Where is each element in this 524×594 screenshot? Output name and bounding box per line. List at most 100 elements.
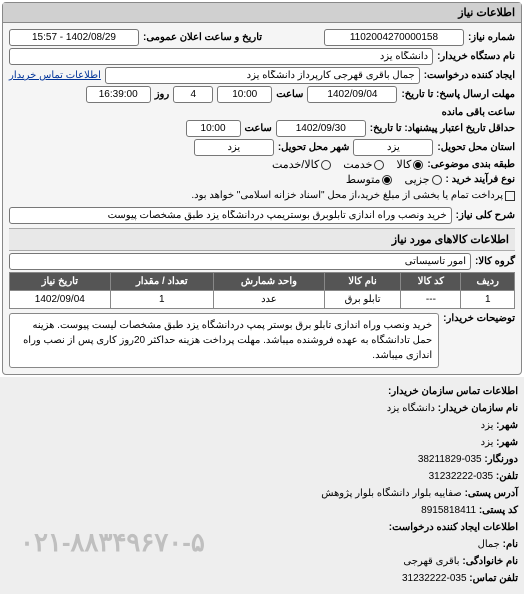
creator-input[interactable] (105, 67, 420, 84)
th-index: ردیف (461, 273, 515, 291)
remaining-days-input[interactable] (173, 86, 213, 103)
org-label: نام سازمان خریدار: (438, 403, 518, 414)
first-label: نام: (503, 539, 518, 550)
contact-phone-value: 035-31232222 (402, 573, 467, 584)
fax-label: دورنگار: (484, 454, 518, 465)
cell-qty: 1 (110, 291, 213, 309)
postcode-value: 8915818411 (421, 505, 476, 516)
time-label-2: ساعت (245, 123, 272, 134)
th-unit: واحد شمارش (214, 273, 325, 291)
row-overview: شرح کلی نیاز: (9, 207, 515, 224)
table-row: 1 --- تابلو برق عدد 1 1402/09/04 (10, 291, 515, 309)
radio-mid[interactable]: متوسط (346, 173, 393, 186)
province-label: استان محل تحویل: (437, 142, 515, 153)
goods-section-title: اطلاعات کالاهای مورد نیاز (9, 228, 515, 251)
th-date: تاریخ نیاز (10, 273, 111, 291)
row-request-no: شماره نیاز: تاریخ و ساعت اعلان عمومی: (9, 29, 515, 46)
contact-block: اطلاعات تماس سازمان خریدار: نام سازمان خ… (0, 377, 524, 594)
cell-name: تابلو برق (324, 291, 401, 309)
contact-title: اطلاعات تماس سازمان خریدار: (388, 386, 518, 397)
radio-icon (382, 175, 392, 185)
buyer-contact-link[interactable]: اطلاعات تماس خریدار (9, 70, 101, 81)
announce-input[interactable] (9, 29, 139, 46)
validity-time-input[interactable] (186, 120, 241, 137)
c-province-label: شهر: (496, 420, 518, 431)
row-goods-group: گروه کالا: (9, 253, 515, 270)
row-creator: ایجاد کننده درخواست: اطلاعات تماس خریدار (9, 67, 515, 84)
buyer-name-input[interactable] (9, 48, 433, 65)
phone-value: 035-31232222 (429, 471, 494, 482)
radio-goods[interactable]: کالا (396, 158, 423, 171)
radio-small[interactable]: جزیی (404, 173, 441, 186)
goods-group-label: گروه کالا: (475, 256, 515, 267)
radio-service-label: خدمت (343, 158, 372, 171)
row-category: طبقه بندی موضوعی: کالا خدمت کالا/خدمت (9, 158, 515, 171)
contact-phone-label: تلفن تماس: (469, 573, 518, 584)
panel-body: شماره نیاز: تاریخ و ساعت اعلان عمومی: نا… (3, 23, 521, 374)
radio-icon (432, 175, 442, 185)
checkbox-payment[interactable]: پرداخت تمام یا بخشی از مبلغ خرید،از محل … (191, 190, 515, 201)
day-label: روز (155, 89, 170, 100)
payment-note: پرداخت تمام یا بخشی از مبلغ خرید،از محل … (191, 190, 503, 201)
row-buyer-name: نام دستگاه خریدار: (9, 48, 515, 65)
overview-input[interactable] (9, 207, 452, 224)
cell-unit: عدد (214, 291, 325, 309)
last-value: باقری قهرجی (403, 556, 459, 567)
row-buyer-note: توضیحات خریدار: خرید ونصب وراه اندازی تا… (9, 313, 515, 368)
radio-icon (374, 160, 384, 170)
city-input[interactable] (194, 139, 274, 156)
table-header-row: ردیف کد کالا نام کالا واحد شمارش تعداد /… (10, 273, 515, 291)
th-name: نام کالا (324, 273, 401, 291)
time-label-1: ساعت (276, 89, 303, 100)
th-code: کد کالا (401, 273, 461, 291)
remaining-time-input[interactable] (86, 86, 151, 103)
city-label: شهر محل تحویل: (278, 142, 350, 153)
last-label: نام خانوادگی: (462, 556, 518, 567)
row-location: استان محل تحویل: شهر محل تحویل: (9, 139, 515, 156)
address-value: صفاییه بلوار دانشگاه بلوار پژوهش (321, 488, 462, 499)
validity-label: حداقل تاریخ اعتبار پیشنهاد: تا تاریخ: (370, 123, 515, 134)
deadline-time-input[interactable] (217, 86, 272, 103)
first-value: جمال (478, 539, 500, 550)
radio-icon (321, 160, 331, 170)
request-no-label: شماره نیاز: (468, 32, 515, 43)
org-value: دانشگاه یزد (387, 403, 435, 414)
deadline-label: مهلت ارسال پاسخ: تا تاریخ: (401, 89, 515, 100)
buyer-name-label: نام دستگاه خریدار: (437, 51, 515, 62)
radio-both[interactable]: کالا/خدمت (272, 158, 331, 171)
checkbox-icon (505, 191, 515, 201)
radio-goods-label: کالا (396, 158, 411, 171)
request-no-input[interactable] (324, 29, 464, 46)
row-process: نوع فرآیند خرید : جزیی متوسط پرداخت تمام… (9, 173, 515, 201)
radio-service[interactable]: خدمت (343, 158, 384, 171)
province-input[interactable] (353, 139, 433, 156)
buyer-note-label: توضیحات خریدار: (443, 313, 515, 324)
buyer-note-box: خرید ونصب وراه اندازی تابلو برق بوستر پم… (9, 313, 439, 368)
c-province-value: یزد (481, 420, 494, 431)
remaining-label: ساعت باقی مانده (442, 107, 515, 118)
validity-date-input[interactable] (276, 120, 366, 137)
goods-label: طبقه بندی موضوعی: (427, 159, 515, 170)
cell-date: 1402/09/04 (10, 291, 111, 309)
row-validity: حداقل تاریخ اعتبار پیشنهاد: تا تاریخ: سا… (9, 120, 515, 137)
radio-icon (413, 160, 423, 170)
cell-index: 1 (461, 291, 515, 309)
c-city-label: شهر: (496, 437, 518, 448)
th-qty: تعداد / مقدار (110, 273, 213, 291)
announce-label: تاریخ و ساعت اعلان عمومی: (143, 32, 262, 43)
cell-code: --- (401, 291, 461, 309)
address-label: آدرس پستی: (465, 488, 518, 499)
goods-group-input[interactable] (9, 253, 471, 270)
postcode-label: کد پستی: (479, 505, 518, 516)
overview-label: شرح کلی نیاز: (456, 210, 515, 221)
phone-label: تلفن: (496, 471, 518, 482)
radio-both-label: کالا/خدمت (272, 158, 319, 171)
c-city-value: یزد (481, 437, 494, 448)
info-panel: اطلاعات نیاز شماره نیاز: تاریخ و ساعت اع… (2, 2, 522, 375)
radio-mid-label: متوسط (346, 173, 381, 186)
radio-small-label: جزیی (404, 173, 429, 186)
panel-title: اطلاعات نیاز (458, 7, 515, 19)
panel-header: اطلاعات نیاز (3, 3, 521, 23)
creator-label: ایجاد کننده درخواست: (424, 70, 515, 81)
deadline-date-input[interactable] (307, 86, 397, 103)
